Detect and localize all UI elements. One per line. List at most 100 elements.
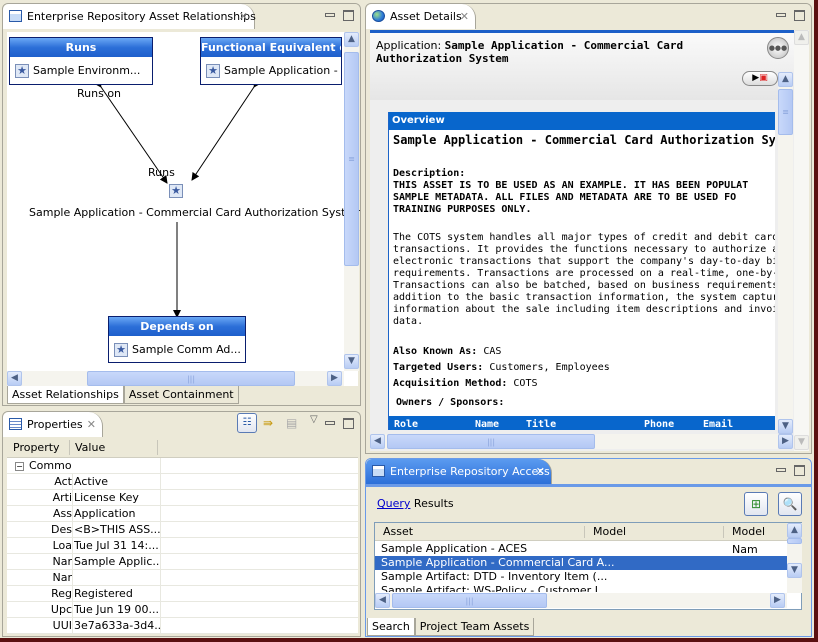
- inner-vertical-scrollbar[interactable]: ▲ ≡ ▼: [778, 72, 793, 434]
- tab-title: Asset Details: [390, 10, 462, 23]
- diagram-vertical-scrollbar[interactable]: ▲ ≡ ▼: [344, 32, 359, 371]
- property-row[interactable]: Des <B>THIS ASS...: [7, 522, 358, 538]
- property-value[interactable]: Application: [74, 506, 161, 522]
- property-value[interactable]: <B>THIS ASS...: [74, 522, 161, 538]
- result-row[interactable]: Sample Artifact: DTD - Inventory Item (.…: [375, 570, 787, 584]
- maximize-button[interactable]: [343, 418, 354, 429]
- tab-properties[interactable]: Properties ✕: [3, 412, 103, 437]
- node-item[interactable]: ★ Sample Application - A...: [201, 57, 341, 84]
- node-runs[interactable]: Runs ★ Sample Environm...: [9, 37, 153, 85]
- property-row[interactable]: Ass Application: [7, 506, 358, 522]
- property-value[interactable]: Tue Jun 19 00...: [74, 602, 161, 618]
- tab-asset-relationships[interactable]: Enterprise Repository Asset Relationship…: [3, 4, 256, 29]
- tab-asset-details[interactable]: Asset Details ✕: [366, 4, 476, 29]
- property-value[interactable]: Tue Jul 31 14:...: [74, 538, 161, 554]
- result-row[interactable]: Sample Application - Commercial Card A..…: [375, 556, 787, 570]
- asset-details-browser: Application: Sample Application - Commer…: [370, 30, 809, 451]
- tab-repository-access[interactable]: Enterprise Repository Access ✕: [366, 459, 552, 484]
- minimize-button[interactable]: [776, 13, 786, 17]
- results-vertical-scrollbar[interactable]: ▲ ▼: [787, 523, 802, 593]
- column-property[interactable]: Property: [13, 441, 60, 454]
- result-row[interactable]: Sample Application - ACES: [375, 542, 787, 556]
- tab-project-team-assets[interactable]: Project Team Assets: [414, 618, 535, 636]
- scroll-down-button[interactable]: ▼: [794, 435, 809, 450]
- close-icon[interactable]: ✕: [87, 412, 96, 437]
- scroll-up-button[interactable]: ▲: [344, 32, 359, 47]
- center-asset-star-icon[interactable]: ★: [169, 184, 183, 198]
- scroll-thumb[interactable]: |||: [387, 434, 595, 449]
- inner-horizontal-scrollbar[interactable]: ◀ ||| ▶: [370, 434, 793, 449]
- property-row[interactable]: Nar Sample Applic...: [7, 554, 358, 570]
- property-group-row[interactable]: − Commo: [7, 458, 358, 474]
- maximize-button[interactable]: [794, 10, 805, 21]
- scroll-down-button[interactable]: ▼: [787, 563, 802, 578]
- owners-table-header: Role Name Title Phone Email Address: [389, 416, 775, 430]
- scroll-thumb[interactable]: ≡: [778, 89, 793, 135]
- scroll-right-button[interactable]: ▶: [770, 593, 785, 608]
- close-icon[interactable]: ✕: [536, 459, 545, 484]
- property-row[interactable]: Loa Tue Jul 31 14:...: [7, 538, 358, 554]
- scroll-right-button[interactable]: ▶: [327, 371, 342, 386]
- query-link[interactable]: Query: [377, 497, 410, 510]
- column-model[interactable]: Model: [593, 523, 626, 541]
- property-row[interactable]: Act Active: [7, 474, 358, 490]
- show-categories-button[interactable]: ☷: [237, 413, 257, 433]
- property-value[interactable]: Active: [74, 474, 161, 490]
- search-repository-button[interactable]: 🔍: [778, 492, 802, 516]
- field-also-known-as: Also Known As: CAS: [393, 344, 771, 360]
- property-value[interactable]: Sample Applic...: [74, 554, 161, 570]
- property-row[interactable]: Arti License Key: [7, 490, 358, 506]
- run-query-button[interactable]: ⊞: [744, 492, 768, 516]
- scroll-up-button[interactable]: ▲: [794, 30, 809, 45]
- tab-asset-containment[interactable]: Asset Containment: [123, 386, 239, 404]
- minimize-button[interactable]: [325, 421, 335, 425]
- close-icon[interactable]: ✕: [460, 4, 469, 29]
- node-functional-equivalent[interactable]: Functional Equivalent of ★ Sample Applica…: [200, 37, 342, 85]
- property-value[interactable]: License Key: [74, 490, 161, 506]
- edge-functional-equivalent: [191, 78, 262, 181]
- result-row[interactable]: Sample Artifact: WS-Policy - Customer I.…: [375, 584, 787, 592]
- maximize-button[interactable]: [794, 465, 805, 476]
- scroll-left-button[interactable]: ◀: [370, 434, 385, 449]
- node-item[interactable]: ★ Sample Comm Ad...: [109, 336, 245, 363]
- close-icon[interactable]: ✕: [239, 4, 248, 29]
- node-item[interactable]: ★ Sample Environm...: [10, 57, 152, 84]
- property-value[interactable]: Registered: [74, 586, 161, 602]
- property-value[interactable]: [74, 570, 161, 586]
- scroll-right-button[interactable]: ▶: [778, 434, 793, 449]
- diagram-horizontal-scrollbar[interactable]: ◀ ||| ▶: [7, 371, 344, 386]
- options-icon[interactable]: ●●●: [767, 37, 789, 59]
- property-value[interactable]: 3e7a633a-3d4...: [74, 618, 161, 634]
- scroll-left-button[interactable]: ◀: [375, 593, 390, 608]
- property-row[interactable]: Reg Registered: [7, 586, 358, 602]
- scroll-thumb[interactable]: [787, 538, 802, 544]
- view-menu-icon[interactable]: ▽: [310, 414, 318, 425]
- pdf-export-button[interactable]: ▶▣: [742, 71, 778, 86]
- scroll-down-button[interactable]: ▼: [778, 419, 793, 434]
- maximize-button[interactable]: [343, 10, 354, 21]
- scroll-thumb[interactable]: ≡: [344, 52, 359, 266]
- minimize-button[interactable]: [325, 13, 335, 17]
- property-row[interactable]: UUI 3e7a633a-3d4...: [7, 618, 358, 634]
- scroll-down-button[interactable]: ▼: [344, 354, 359, 369]
- outer-vertical-scrollbar[interactable]: ▲ ▼: [794, 30, 809, 451]
- collapse-icon[interactable]: −: [15, 461, 24, 471]
- minimize-button[interactable]: [776, 468, 786, 472]
- scroll-up-button[interactable]: ▲: [778, 72, 793, 87]
- property-row[interactable]: Nar: [7, 570, 358, 586]
- scroll-left-button[interactable]: ◀: [7, 371, 22, 386]
- restore-default-icon[interactable]: ▤: [286, 416, 297, 430]
- property-row[interactable]: Upc Tue Jun 19 00...: [7, 602, 358, 618]
- scroll-thumb[interactable]: |||: [87, 371, 295, 386]
- tab-search[interactable]: Search: [367, 618, 415, 636]
- show-advanced-icon[interactable]: ⇛: [263, 416, 273, 430]
- property-name: Nar: [7, 554, 73, 570]
- tab-asset-relationships-view[interactable]: Asset Relationships: [7, 386, 124, 404]
- scroll-up-button[interactable]: ▲: [787, 523, 802, 538]
- column-asset[interactable]: Asset: [383, 523, 413, 541]
- center-asset-label[interactable]: Sample Application - Commercial Card Aut…: [29, 206, 360, 219]
- node-depends-on[interactable]: Depends on ★ Sample Comm Ad...: [108, 316, 246, 363]
- results-horizontal-scrollbar[interactable]: ◀ ||| ▶: [375, 593, 787, 608]
- column-value[interactable]: Value: [75, 441, 105, 454]
- scroll-thumb[interactable]: |||: [392, 593, 547, 608]
